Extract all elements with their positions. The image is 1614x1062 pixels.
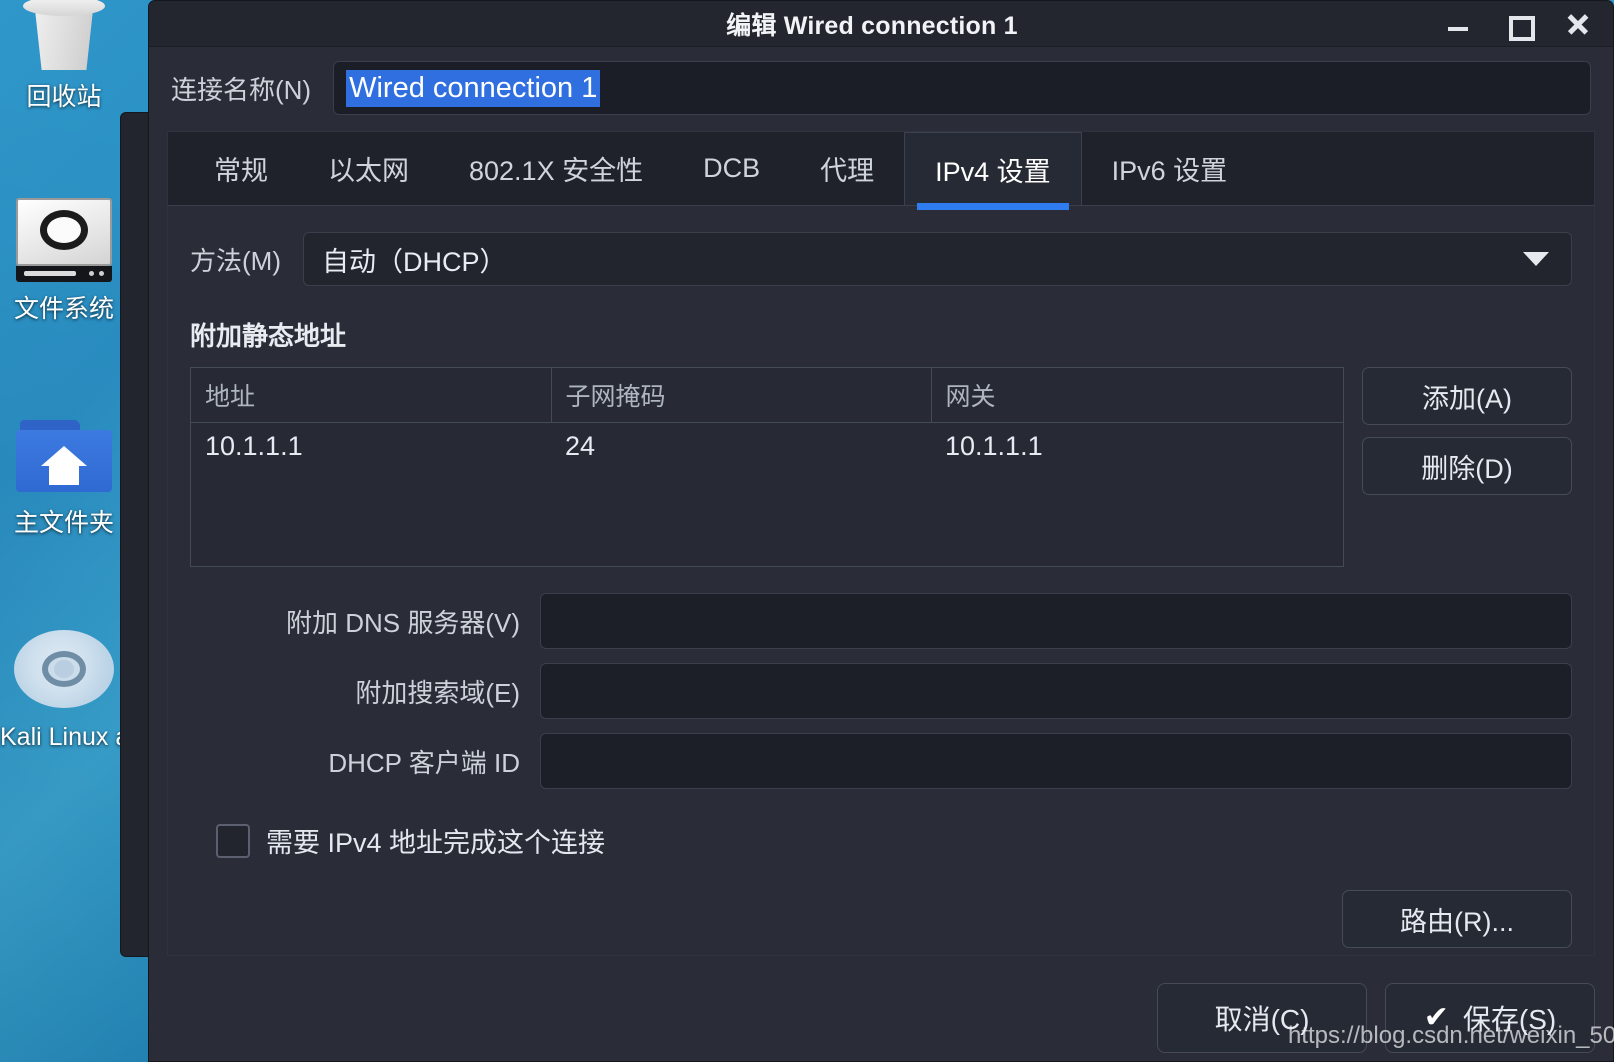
tab-ipv4-settings[interactable]: IPv4 设置 [904,132,1082,210]
method-selected-value: 自动（DHCP） [321,246,507,277]
cancel-button[interactable]: 取消(C) [1157,982,1367,1053]
cancel-button-label: 取消(C) [1214,1003,1310,1035]
desktop-icon-label: Kali Linux amd64 1 [0,723,213,751]
desktop-icon-trash[interactable]: 回收站 [0,0,128,116]
cell-gateway: 10.1.1.1 [945,431,1043,461]
tab-ethernet[interactable]: 以太网 [298,132,439,205]
require-ipv4-label: 需要 IPv4 地址完成这个连接 [266,828,606,858]
save-button-label: 保存(S) [1462,1003,1557,1035]
add-address-button[interactable]: 添加(A) [1362,367,1572,425]
routes-row: 路由(R)... [190,890,1572,948]
search-domains-input[interactable] [540,663,1572,719]
table-row[interactable]: 10.1.1.1 24 10.1.1.1 [191,423,1343,471]
address-action-buttons: 添加(A) 删除(D) [1362,367,1572,567]
require-ipv4-row: 需要 IPv4 地址完成这个连接 [216,821,1572,860]
connection-name-value: Wired connection 1 [346,69,601,107]
chevron-down-icon [1523,252,1549,266]
desktop-icon-filesystem[interactable]: 文件系统 [0,198,128,328]
dialog-title: 编辑 Wired connection 1 [726,11,1018,40]
minimize-icon[interactable] [1445,11,1471,37]
search-domains-row: 附加搜索域(E) [190,663,1572,719]
close-icon[interactable] [1565,11,1591,37]
method-row: 方法(M) 自动（DHCP） [190,232,1572,286]
settings-tabs: 常规 以太网 802.1X 安全性 DCB 代理 IPv4 设置 IPv6 设置 [167,131,1595,210]
maximize-icon[interactable] [1505,11,1535,41]
tab-dcb[interactable]: DCB [673,132,790,205]
connection-name-input[interactable]: Wired connection 1 [333,61,1591,115]
dns-servers-label: 附加 DNS 服务器(V) [285,607,520,638]
ipv4-settings-panel: 方法(M) 自动（DHCP） 附加静态地址 地址 子网掩码 网关 10.1.1.… [167,205,1595,956]
check-icon: ✔ [1423,1001,1449,1034]
column-header-netmask: 子网掩码 [551,368,932,423]
dns-servers-row: 附加 DNS 服务器(V) [190,593,1572,649]
column-header-address: 地址 [191,368,552,423]
dialog-titlebar[interactable]: 编辑 Wired connection 1 [149,1,1613,47]
desktop-icon-label: 主文件夹 [13,509,114,537]
harddisk-icon [16,198,112,282]
trash-icon [21,0,107,70]
tab-ipv6-settings[interactable]: IPv6 设置 [1082,132,1258,205]
additional-static-addresses-title: 附加静态地址 [190,321,347,351]
cell-address: 10.1.1.1 [205,431,303,461]
save-button[interactable]: ✔ 保存(S) [1385,982,1595,1053]
addresses-table: 地址 子网掩码 网关 10.1.1.1 24 10.1.1.1 [191,368,1343,470]
dhcp-client-id-row: DHCP 客户端 ID [190,733,1572,789]
desktop-icon-home[interactable]: 主文件夹 [0,420,128,542]
require-ipv4-checkbox[interactable] [216,823,250,858]
cell-netmask: 24 [565,431,596,461]
routes-button[interactable]: 路由(R)... [1342,890,1572,948]
connection-name-row: 连接名称(N) Wired connection 1 [149,47,1613,131]
addresses-area: 地址 子网掩码 网关 10.1.1.1 24 10.1.1.1 添加(A) 删除… [190,367,1572,567]
tab-proxy[interactable]: 代理 [790,132,904,205]
method-select[interactable]: 自动（DHCP） [302,232,1572,286]
desktop-icon-label: 文件系统 [13,295,114,323]
table-header-row: 地址 子网掩码 网关 [191,368,1343,423]
edit-connection-dialog: 编辑 Wired connection 1 连接名称(N) Wired conn… [148,0,1614,1062]
tab-8021x-security[interactable]: 802.1X 安全性 [439,132,673,205]
desktop-icon-label: 回收站 [26,83,102,111]
window-controls [1445,11,1613,41]
delete-address-button[interactable]: 删除(D) [1362,437,1572,495]
column-header-gateway: 网关 [931,368,1343,423]
addresses-table-wrapper[interactable]: 地址 子网掩码 网关 10.1.1.1 24 10.1.1.1 [190,367,1344,567]
dhcp-client-id-input[interactable] [540,733,1572,789]
home-folder-icon [16,420,112,496]
tab-general[interactable]: 常规 [184,132,298,205]
connection-name-label: 连接名称(N) [171,74,312,105]
desktop-icon-kali-cdrom[interactable]: Kali Linux amd64 1 [0,630,213,756]
search-domains-label: 附加搜索域(E) [355,677,520,708]
method-label: 方法(M) [190,245,281,276]
dns-servers-input[interactable] [540,593,1572,649]
cdrom-icon [14,630,114,710]
dialog-action-bar: 取消(C) ✔ 保存(S) [149,956,1613,1061]
dhcp-client-id-label: DHCP 客户端 ID [328,747,520,778]
